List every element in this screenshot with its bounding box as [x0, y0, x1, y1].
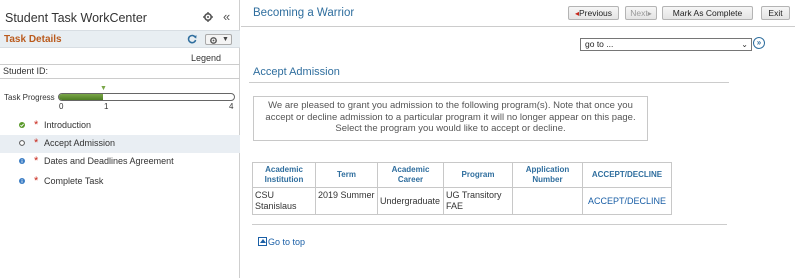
divider: [241, 26, 795, 27]
step-label: Introduction: [44, 120, 92, 130]
column-header: Term: [315, 162, 378, 188]
gear-icon: [210, 37, 217, 44]
divider: [249, 82, 729, 83]
arrow-up-icon: [258, 237, 267, 246]
progress-tick-min: 0: [59, 102, 64, 111]
step-label: Complete Task: [44, 176, 104, 186]
program-cell: UG Transitory FAE: [443, 187, 513, 215]
column-header: Academic Career: [377, 162, 444, 188]
task-details-title: Task Details: [4, 34, 62, 45]
task-options-menu-button[interactable]: ▼: [205, 34, 232, 45]
step-dates-and-deadlines[interactable]: * Dates and Deadlines Agreement: [0, 153, 240, 171]
progress-tick-current: 1: [104, 102, 109, 111]
column-header: Application Number: [512, 162, 583, 188]
info-dot-icon: [19, 178, 25, 184]
task-details-bar: Task Details ▼: [0, 30, 240, 48]
step-complete-task[interactable]: * Complete Task: [0, 173, 240, 191]
student-task-workcenter-panel: Student Task WorkCenter « Task Details ▼…: [0, 0, 240, 278]
chevron-down-icon: ⌄: [741, 40, 748, 49]
info-dot-icon: [19, 158, 25, 164]
goto-select[interactable]: go to ... ⌄: [580, 38, 752, 51]
term-cell: 2019 Summer: [315, 187, 378, 215]
admission-message: We are pleased to grant you admission to…: [253, 96, 648, 141]
page-title: Becoming a Warrior: [253, 7, 355, 19]
next-label: Next: [630, 8, 648, 18]
divider: [252, 224, 727, 225]
column-header: Program: [443, 162, 513, 188]
chevron-down-icon: ▼: [222, 36, 229, 43]
progress-marker-icon: ▼: [100, 85, 107, 92]
previous-label: Previous: [578, 8, 613, 18]
goto-select-value: go to ...: [585, 39, 614, 49]
column-header: ACCEPT/DECLINE: [582, 162, 672, 188]
section-title: Accept Admission: [253, 66, 340, 78]
application-number-cell: [512, 187, 583, 215]
legend-link[interactable]: Legend: [191, 53, 221, 63]
progress-tick-max: 4: [229, 102, 234, 111]
next-button[interactable]: Next▸: [625, 6, 657, 20]
previous-button[interactable]: ◂Previous: [568, 6, 619, 20]
refresh-icon[interactable]: [187, 34, 197, 44]
exit-button[interactable]: Exit: [761, 6, 790, 20]
task-progress-fill: [59, 94, 103, 100]
task-progress-label: Task Progress: [4, 93, 55, 102]
divider: [0, 64, 240, 65]
table-header-row: Academic Institution Term Academic Caree…: [252, 162, 672, 188]
required-marker: *: [34, 175, 39, 187]
main-content: Becoming a Warrior ◂Previous Next▸ Mark …: [241, 0, 795, 278]
collapse-panel-icon[interactable]: «: [223, 9, 230, 24]
step-accept-admission[interactable]: * Accept Admission: [0, 135, 240, 153]
institution-cell: CSU Stanislaus: [252, 187, 316, 215]
step-label: Accept Admission: [44, 138, 116, 148]
go-to-top-link[interactable]: Go to top: [258, 237, 305, 247]
step-introduction[interactable]: * Introduction: [0, 117, 240, 135]
open-circle-icon: [19, 140, 25, 146]
student-id-label: Student ID:: [3, 66, 49, 76]
workcenter-header: Student Task WorkCenter «: [0, 0, 240, 30]
mark-as-complete-button[interactable]: Mark As Complete: [662, 6, 753, 20]
required-marker: *: [34, 119, 39, 131]
arrow-right-icon: ▸: [647, 9, 652, 18]
career-cell: Undergraduate: [377, 187, 444, 215]
required-marker: *: [34, 137, 39, 149]
workcenter-title: Student Task WorkCenter: [5, 11, 147, 25]
required-marker: *: [34, 155, 39, 167]
accept-decline-link[interactable]: ACCEPT/DECLINE: [582, 187, 672, 215]
goto-go-button[interactable]: »: [753, 37, 765, 49]
task-progress-bar: [58, 93, 235, 101]
go-to-top-label: Go to top: [268, 237, 306, 247]
gear-icon[interactable]: [203, 12, 213, 22]
programs-table: Academic Institution Term Academic Caree…: [252, 162, 672, 215]
table-row: CSU Stanislaus 2019 Summer Undergraduate…: [252, 187, 672, 215]
column-header: Academic Institution: [252, 162, 316, 188]
divider: [0, 78, 240, 79]
check-icon: [19, 122, 25, 128]
step-label: Dates and Deadlines Agreement: [44, 156, 174, 166]
